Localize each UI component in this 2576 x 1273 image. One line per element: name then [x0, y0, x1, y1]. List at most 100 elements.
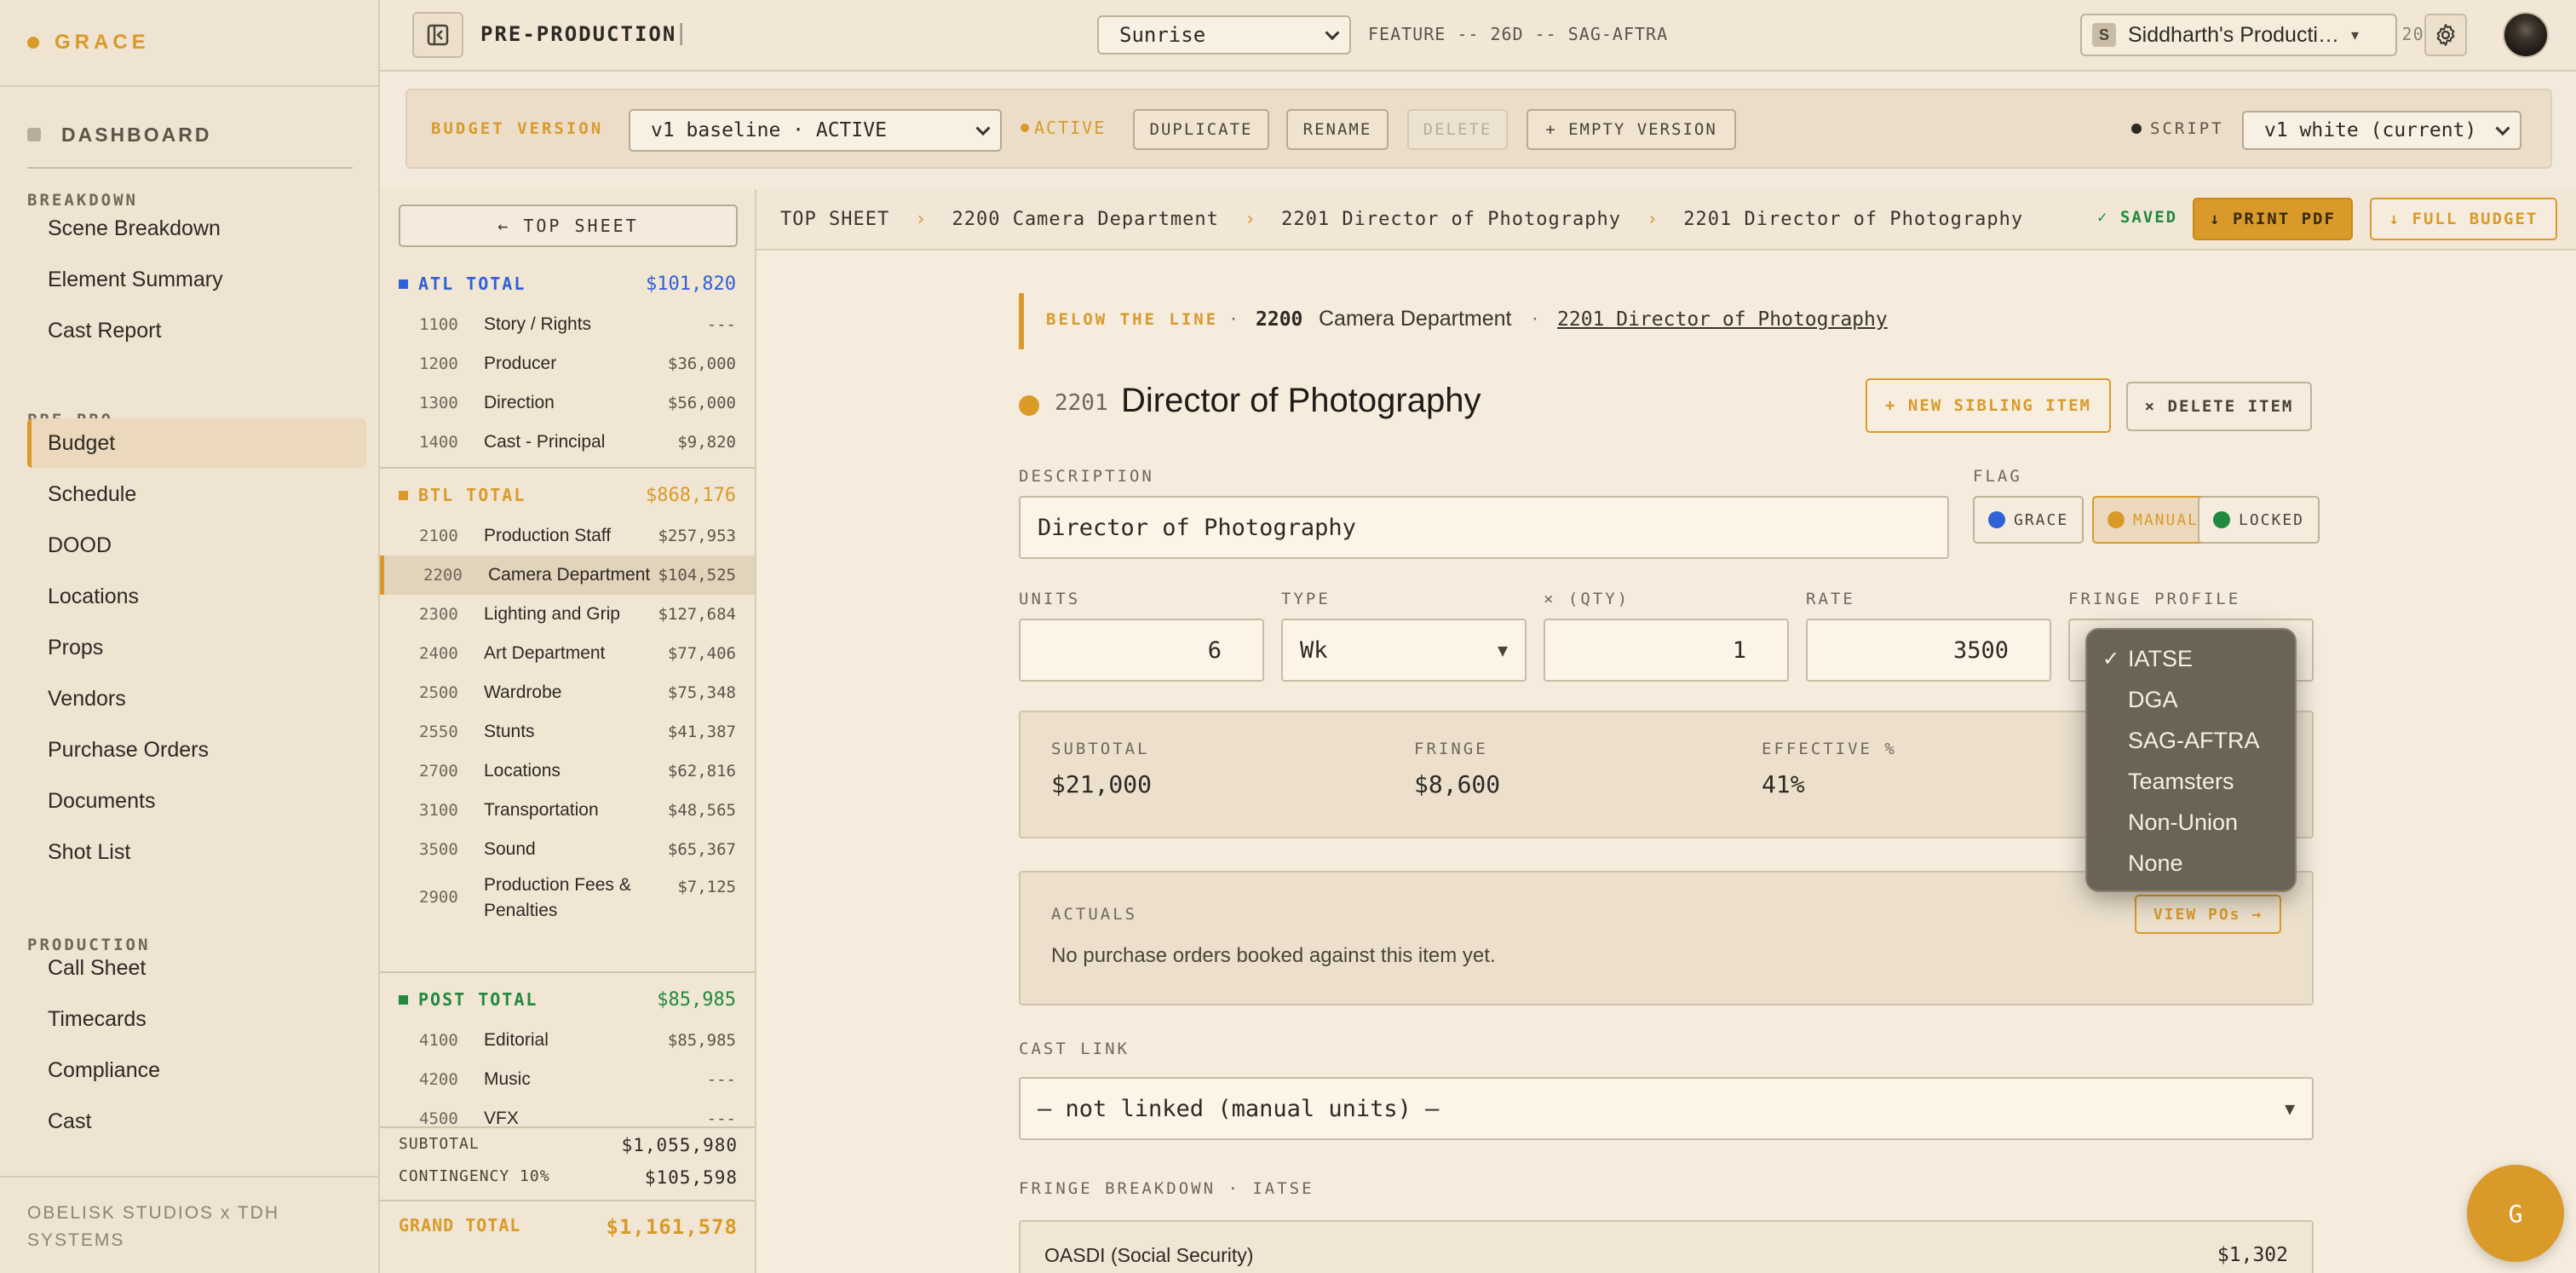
- rate-input[interactable]: 3500: [1806, 619, 2051, 682]
- table-row[interactable]: 2700 Locations $62,816: [380, 752, 755, 791]
- script-version-select[interactable]: v1 white (current): [2242, 111, 2521, 150]
- user-avatar[interactable]: [2503, 12, 2549, 58]
- sidebar-item-purchase-orders[interactable]: Purchase Orders: [27, 725, 366, 775]
- dropdown-option-teamsters[interactable]: Teamsters: [2087, 761, 2295, 802]
- table-row[interactable]: 4500 VFX ---: [380, 1099, 755, 1138]
- group-total: $868,176: [646, 484, 736, 506]
- type-select[interactable]: Wk ▼: [1281, 619, 1527, 682]
- sidebar-item-scene-breakdown[interactable]: Scene Breakdown: [27, 204, 366, 253]
- group-divider: [380, 971, 755, 973]
- account-amount: $85,985: [667, 1031, 736, 1050]
- table-row[interactable]: 2900 Production Fees & Penalties $7,125: [380, 869, 755, 925]
- dropdown-option-none[interactable]: None: [2087, 843, 2295, 884]
- dropdown-option-sag-aftra[interactable]: SAG-AFTRA: [2087, 720, 2295, 761]
- sidebar-item-props[interactable]: Props: [27, 623, 366, 672]
- account-name: Stunts: [484, 722, 535, 741]
- account-name: Camera Department: [488, 565, 651, 585]
- delete-version-button[interactable]: DELETE: [1407, 109, 1508, 150]
- fringe-breakdown-table: OASDI (Social Security) $1,302: [1019, 1220, 2314, 1273]
- sidebar-item-shot-list[interactable]: Shot List: [27, 827, 366, 877]
- table-row[interactable]: 3100 Transportation $48,565: [380, 791, 755, 830]
- studio-avatar: S: [2092, 23, 2116, 47]
- table-row[interactable]: 1400 Cast - Principal $9,820: [380, 423, 755, 462]
- sidebar-item-budget[interactable]: Budget: [27, 418, 366, 468]
- duplicate-button[interactable]: DUPLICATE: [1133, 109, 1269, 150]
- app-logo[interactable]: GRACE: [27, 26, 150, 60]
- units-input[interactable]: 6: [1019, 619, 1264, 682]
- account-code: 1100: [419, 315, 458, 334]
- sidebar-item-call-sheet[interactable]: Call Sheet: [27, 943, 366, 993]
- sidebar-item-dood[interactable]: DOOD: [27, 521, 366, 570]
- account-code: 2100: [419, 527, 458, 545]
- breadcrumb-separator-icon: ›: [1647, 208, 1659, 230]
- group-btl-total[interactable]: BTL TOTAL $868,176: [380, 474, 755, 516]
- sidebar-item-cast-report[interactable]: Cast Report: [27, 306, 366, 355]
- account-name: Locations: [484, 761, 561, 781]
- sidebar-item-label: Props: [48, 635, 104, 660]
- production-meta: FEATURE -- 26D -- SAG-AFTRA: [1368, 24, 1669, 44]
- table-row[interactable]: 1300 Direction $56,000: [380, 383, 755, 423]
- sidebar-item-label: Vendors: [48, 686, 126, 711]
- top-sheet-button[interactable]: ← TOP SHEET: [399, 204, 738, 247]
- print-pdf-button[interactable]: ↓ PRINT PDF: [2193, 198, 2353, 240]
- sidebar-item-schedule[interactable]: Schedule: [27, 469, 366, 519]
- flag-grace[interactable]: GRACE: [1973, 496, 2084, 544]
- group-post-total[interactable]: POST TOTAL $85,985: [380, 978, 755, 1021]
- dropdown-option-iatse[interactable]: ✓ IATSE: [2087, 638, 2295, 679]
- sidebar-item-timecards[interactable]: Timecards: [27, 994, 366, 1044]
- collapse-sidebar-button[interactable]: [412, 12, 463, 58]
- grace-assistant-button[interactable]: G: [2467, 1165, 2564, 1262]
- context-item-link[interactable]: 2201 Director of Photography: [1557, 308, 1888, 331]
- fringe-amount: $1,302: [2217, 1244, 2288, 1266]
- empty-version-button[interactable]: + EMPTY VERSION: [1527, 109, 1736, 150]
- budget-version-bar: BUDGET VERSION v1 baseline · ACTIVE ACTI…: [405, 89, 2552, 169]
- new-sibling-item-button[interactable]: + NEW SIBLING ITEM: [1866, 378, 2111, 433]
- sidebar-item-label: Compliance: [48, 1057, 161, 1082]
- full-budget-button[interactable]: ↓ FULL BUDGET: [2370, 198, 2557, 240]
- status-dot-icon: [1021, 124, 1029, 132]
- flag-locked[interactable]: LOCKED: [2198, 496, 2320, 544]
- table-row[interactable]: 2100 Production Staff $257,953: [380, 516, 755, 556]
- delete-item-button[interactable]: × DELETE ITEM: [2126, 382, 2312, 431]
- sidebar-item-label: Cast: [48, 1109, 92, 1133]
- table-row[interactable]: 3500 Sound $65,367: [380, 830, 755, 869]
- table-row[interactable]: 4100 Editorial $85,985: [380, 1021, 755, 1060]
- budget-version-select[interactable]: v1 baseline · ACTIVE: [629, 109, 1002, 152]
- dropdown-option-non-union[interactable]: Non-Union: [2087, 802, 2295, 843]
- breadcrumb-item-1[interactable]: TOP SHEET: [780, 209, 889, 230]
- sidebar-item-vendors[interactable]: Vendors: [27, 674, 366, 723]
- account-amount: $7,125: [677, 878, 736, 896]
- context-section: BELOW THE LINE: [1046, 310, 1219, 329]
- sidebar-item-cast[interactable]: Cast: [27, 1097, 366, 1146]
- studio-switcher[interactable]: S Siddharth's Producti… ▾: [2080, 14, 2397, 56]
- table-row[interactable]: 2400 Art Department $77,406: [380, 634, 755, 673]
- units-label: UNITS: [1019, 590, 1081, 608]
- qty-input[interactable]: 1: [1544, 619, 1789, 682]
- view-pos-button[interactable]: VIEW POs →: [2135, 895, 2281, 934]
- production-select[interactable]: Sunrise: [1097, 15, 1351, 55]
- table-row[interactable]: 2300 Lighting and Grip $127,684: [380, 595, 755, 634]
- table-row[interactable]: 1100 Story / Rights ---: [380, 305, 755, 344]
- cast-link-label: CAST LINK: [1019, 1040, 1130, 1058]
- table-row[interactable]: 2550 Stunts $41,387: [380, 712, 755, 752]
- nav-dashboard[interactable]: DASHBOARD: [27, 119, 212, 150]
- group-atl-total[interactable]: ATL TOTAL $101,820: [380, 262, 755, 305]
- breadcrumb-item-2[interactable]: 2200 Camera Department: [952, 209, 1218, 230]
- table-row[interactable]: 4200 Music ---: [380, 1060, 755, 1099]
- table-row[interactable]: 2500 Wardrobe $75,348: [380, 673, 755, 712]
- flag-manual[interactable]: MANUAL: [2092, 496, 2215, 544]
- table-row[interactable]: 1200 Producer $36,000: [380, 344, 755, 383]
- table-row[interactable]: 2200 Camera Department $104,525: [380, 556, 755, 595]
- fringe-name: OASDI (Social Security): [1044, 1244, 1254, 1266]
- cast-link-select[interactable]: — not linked (manual units) — ▼: [1019, 1077, 2314, 1140]
- sidebar-item-locations[interactable]: Locations: [27, 572, 366, 621]
- dropdown-option-dga[interactable]: DGA: [2087, 679, 2295, 720]
- settings-button[interactable]: [2424, 14, 2467, 56]
- description-input[interactable]: Director of Photography: [1019, 496, 1949, 559]
- sidebar-item-compliance[interactable]: Compliance: [27, 1045, 366, 1095]
- account-code: 2500: [419, 683, 458, 702]
- sidebar-item-documents[interactable]: Documents: [27, 776, 366, 826]
- rename-button[interactable]: RENAME: [1286, 109, 1389, 150]
- breadcrumb-item-3[interactable]: 2201 Director of Photography: [1281, 209, 1621, 230]
- sidebar-item-element-summary[interactable]: Element Summary: [27, 255, 366, 304]
